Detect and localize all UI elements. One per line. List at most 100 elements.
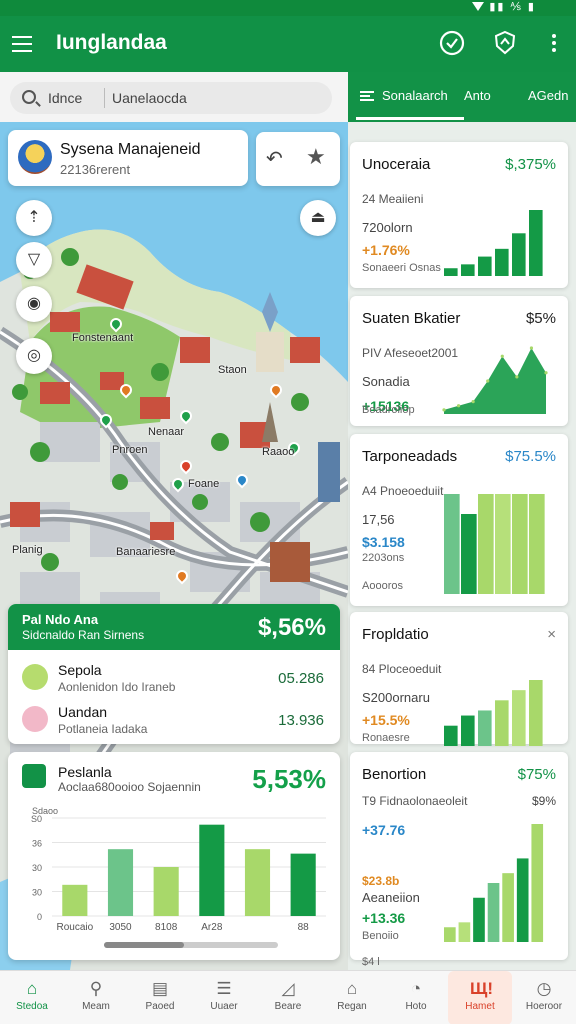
area-point bbox=[515, 375, 519, 379]
map-label: Fonstenaant bbox=[72, 332, 134, 344]
place-subtitle: 22136rerent bbox=[60, 162, 131, 177]
metric-card[interactable]: Tarponeadads $75.5% A4 Pnoeoeduiit 17,56 $3.… bbox=[350, 434, 568, 606]
metric-mini-chart bbox=[444, 824, 544, 942]
list-item-subtitle: Potlaneia Iadaka bbox=[58, 722, 148, 736]
search-input[interactable]: Idnce Uanelaocda bbox=[10, 82, 332, 114]
chart-card-title: Peslanla bbox=[58, 764, 112, 780]
mini-chart-bar bbox=[512, 233, 526, 276]
filter-icon[interactable]: ▽ bbox=[16, 242, 52, 278]
mini-chart-bar bbox=[529, 210, 543, 276]
shield-icon[interactable] bbox=[490, 28, 520, 58]
x-tick-label: 88 bbox=[298, 922, 310, 933]
nav-item-uuaer[interactable]: ☰ Uuaer bbox=[192, 971, 256, 1024]
chart-bar[interactable] bbox=[153, 867, 179, 916]
metric-card-line4: Boadroliop bbox=[362, 404, 415, 416]
mini-chart-bar bbox=[461, 264, 475, 276]
metric-card[interactable]: Unoceraia $,375% 24 Meaiieni 720olorn +1.76%… bbox=[350, 142, 568, 288]
mini-chart-bar bbox=[444, 927, 456, 942]
bottom-navigation: ⌂ Stedoa ⚲ Meam ▤ Paoed ☰ Uuaer ◿ Beare ⌂ Regan ◔ Hot… bbox=[0, 970, 576, 1024]
building-icon: ⌂ bbox=[346, 979, 358, 998]
chart-bar[interactable] bbox=[199, 824, 225, 916]
building-icon bbox=[22, 706, 48, 732]
menu-icon[interactable] bbox=[12, 36, 32, 52]
search-query: Idnce bbox=[48, 90, 83, 106]
area-point bbox=[471, 400, 475, 404]
chart-card-icon bbox=[22, 764, 46, 788]
chart-bar[interactable] bbox=[107, 849, 134, 916]
mini-chart-bar bbox=[444, 268, 458, 276]
place-card[interactable]: Sysena Manajeneid 22136rerent bbox=[8, 130, 248, 186]
check-circle-icon[interactable] bbox=[437, 28, 467, 58]
mini-chart-bar bbox=[461, 715, 475, 746]
area-point bbox=[544, 371, 548, 375]
list-item-title: Uandan bbox=[58, 704, 108, 720]
tab-sonalaarch[interactable]: Sonalaarch bbox=[382, 88, 448, 103]
nav-item-label: Beare bbox=[274, 1001, 302, 1012]
metric-card-line5: Benoiio bbox=[362, 930, 399, 942]
mini-chart-bar bbox=[458, 922, 471, 942]
chart-scrollbar[interactable] bbox=[104, 942, 278, 948]
list-item[interactable]: Sepola Aonlenidon Ido Iraneb 05.286 bbox=[8, 656, 340, 700]
x-tick-label: Roucaio bbox=[56, 922, 93, 933]
mini-chart-bar bbox=[478, 710, 492, 746]
metric-card-line4: Aoooros bbox=[362, 580, 403, 592]
list-item[interactable]: Uandan Potlaneia Iadaka 13.936 bbox=[8, 698, 340, 742]
app-title: Iunglandaa bbox=[56, 31, 167, 54]
more-vert-icon[interactable] bbox=[542, 28, 566, 58]
stats-header: Pal Ndo Ana Sidcnaldo Ran Sirnens $,56% bbox=[8, 604, 340, 650]
search-bar-container: Idnce Uanelaocda bbox=[0, 72, 348, 122]
nav-item-label: Uuaer bbox=[210, 1001, 238, 1012]
chart-scroll-thumb[interactable] bbox=[104, 942, 184, 948]
metric-card-line2: S200ornaru bbox=[362, 690, 430, 705]
metric-card-pct: $75.5% bbox=[505, 448, 556, 465]
status-bar: ▮▮ ⅍ ▮ bbox=[0, 0, 576, 16]
metric-card[interactable]: Benortion $75% T9 Fidnaolonaeoleit $9% +37.7… bbox=[350, 752, 568, 968]
nav-item-hoeroor[interactable]: ◷ Hoeroor bbox=[512, 971, 576, 1024]
nav-item-meam[interactable]: ⚲ Meam bbox=[64, 971, 128, 1024]
locate-icon[interactable]: ◉ bbox=[16, 286, 52, 322]
layers-icon[interactable]: ⇡ bbox=[16, 200, 52, 236]
mini-chart-bar bbox=[487, 883, 500, 942]
area-point bbox=[500, 354, 504, 358]
y-tick-label: 30 bbox=[32, 863, 42, 873]
compass-icon[interactable]: ◎ bbox=[16, 338, 52, 374]
metric-card-pct[interactable]: × bbox=[547, 626, 556, 643]
chart-bar[interactable] bbox=[244, 849, 271, 916]
stats-header-value: $,56% bbox=[257, 614, 326, 641]
directions-icon[interactable]: ↶ bbox=[266, 146, 283, 171]
metric-mini-chart bbox=[444, 680, 543, 746]
metric-card[interactable]: Suaten Bkatier $5% PIV Afeseoet2001 Sonadia… bbox=[350, 296, 568, 426]
star-icon[interactable]: ★ bbox=[306, 144, 326, 170]
tab-anto[interactable]: Anto bbox=[464, 88, 491, 103]
profile-icon[interactable]: ⏏ bbox=[300, 200, 336, 236]
metric-card-line1b: $9% bbox=[531, 794, 556, 808]
mini-chart-bar bbox=[502, 873, 514, 942]
metric-card-line2: 17,56 bbox=[362, 512, 395, 527]
metric-card-line3: +1.76% bbox=[362, 242, 410, 258]
nav-item-paoed[interactable]: ▤ Paoed bbox=[128, 971, 192, 1024]
nav-item-hoto[interactable]: ◔ Hoto bbox=[384, 971, 448, 1024]
map-label: Pnroen bbox=[112, 444, 148, 456]
nav-item-hamet[interactable]: Щ! Hamet bbox=[448, 971, 512, 1024]
metric-card-line4: +13.36 bbox=[362, 910, 406, 926]
y-tick-label: 36 bbox=[32, 839, 42, 849]
map-label: Planig bbox=[12, 544, 43, 556]
phone-icon bbox=[22, 664, 48, 690]
nav-item-label: Hoto bbox=[405, 1001, 427, 1012]
y-tick-label: 0 bbox=[37, 912, 42, 922]
mini-chart-bar bbox=[516, 858, 529, 942]
metric-card-line2: +37.76 bbox=[362, 822, 406, 838]
nav-item-beare[interactable]: ◿ Beare bbox=[256, 971, 320, 1024]
tab-agedn[interactable]: AGedn bbox=[528, 88, 568, 103]
nav-item-regan[interactable]: ⌂ Regan bbox=[320, 971, 384, 1024]
search-icon bbox=[22, 90, 36, 104]
mini-chart-bar bbox=[529, 494, 545, 594]
metric-mini-chart bbox=[444, 494, 545, 594]
y-tick-label: 30 bbox=[32, 888, 42, 898]
nav-item-label: Hamet bbox=[465, 1001, 495, 1012]
metric-card[interactable]: Fropldatio × 84 Ploceoeduit S200ornaru +15.5… bbox=[350, 612, 568, 746]
chart-bar[interactable] bbox=[62, 884, 88, 916]
metric-card-title: Unoceraia bbox=[362, 156, 431, 173]
nav-item-stedoa[interactable]: ⌂ Stedoa bbox=[0, 971, 64, 1024]
chart-bar[interactable] bbox=[290, 853, 316, 916]
